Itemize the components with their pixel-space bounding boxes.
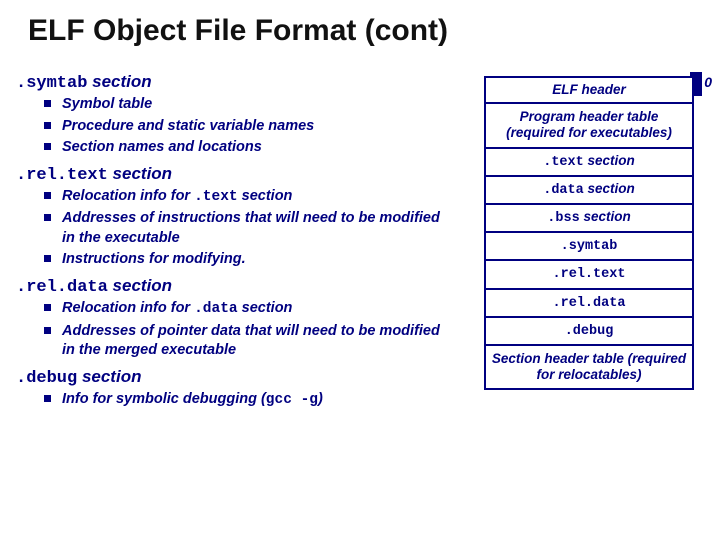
item-post: section [238, 300, 293, 316]
reltext-suffix: section [108, 164, 172, 183]
list-item: Instructions for modifying. [44, 250, 454, 270]
reltext-heading: .rel.text section [16, 164, 454, 185]
reltext-code: .rel.text [16, 166, 108, 185]
item-post: section [238, 188, 293, 204]
item-pre: Info for symbolic debugging ( [62, 391, 266, 407]
cell-code: .rel.text [553, 267, 626, 282]
symtab-code: .symtab [16, 74, 87, 93]
diagram-cell-section-header: Section header table (required for reloc… [486, 346, 692, 388]
list-item: Addresses of pointer data that will need… [44, 322, 454, 361]
symtab-suffix: section [87, 72, 151, 91]
list-item: Section names and locations [44, 138, 454, 158]
elf-layout-diagram: ELF header Program header table (require… [484, 76, 694, 390]
item-code: gcc -g [266, 392, 318, 408]
diagram-cell-reldata: .rel.data [486, 290, 692, 318]
list-item: Addresses of instructions that will need… [44, 209, 454, 248]
item-pre: Relocation info for [62, 188, 194, 204]
item-post: ) [318, 391, 323, 407]
cell-code: .debug [565, 324, 614, 339]
item-code: .text [194, 189, 238, 205]
list-item: Procedure and static variable names [44, 117, 454, 137]
cell-suffix: section [584, 153, 635, 168]
diagram-cell-text: .text section [486, 149, 692, 177]
reltext-list: Relocation info for .text section Addres… [16, 187, 454, 270]
list-item: Relocation info for .text section [44, 187, 454, 208]
reldata-code: .rel.data [16, 278, 108, 297]
offset-zero-label: 0 [704, 74, 712, 90]
diagram-cell-bss: .bss section [486, 205, 692, 233]
diagram-cell-symtab: .symtab [486, 233, 692, 261]
debug-list: Info for symbolic debugging (gcc -g) [16, 390, 454, 411]
cell-suffix: section [580, 209, 631, 224]
symtab-list: Symbol table Procedure and static variab… [16, 95, 454, 158]
list-item: Relocation info for .data section [44, 299, 454, 320]
debug-code: .debug [16, 369, 77, 388]
diagram-cell-debug: .debug [486, 318, 692, 346]
cell-code: .bss [547, 211, 579, 226]
list-item: Info for symbolic debugging (gcc -g) [44, 390, 454, 411]
debug-suffix: section [77, 367, 141, 386]
diagram-cell-elf-header: ELF header [486, 78, 692, 104]
slide-body: .symtab section Symbol table Procedure a… [16, 68, 454, 416]
cell-code: .text [543, 155, 584, 170]
symtab-heading: .symtab section [16, 72, 454, 93]
cell-code: .rel.data [553, 296, 626, 311]
list-item: Symbol table [44, 95, 454, 115]
item-code: .data [194, 301, 238, 317]
reldata-heading: .rel.data section [16, 276, 454, 297]
item-pre: Relocation info for [62, 300, 194, 316]
diagram-cell-reltext: .rel.text [486, 261, 692, 289]
page-title: ELF Object File Format (cont) [28, 14, 448, 48]
debug-heading: .debug section [16, 367, 454, 388]
diagram-cell-data: .data section [486, 177, 692, 205]
cell-suffix: section [584, 181, 635, 196]
cell-code: .symtab [561, 239, 618, 254]
reldata-suffix: section [108, 276, 172, 295]
diagram-cell-program-header: Program header table (required for execu… [486, 104, 692, 148]
cell-code: .data [543, 183, 584, 198]
reldata-list: Relocation info for .data section Addres… [16, 299, 454, 361]
